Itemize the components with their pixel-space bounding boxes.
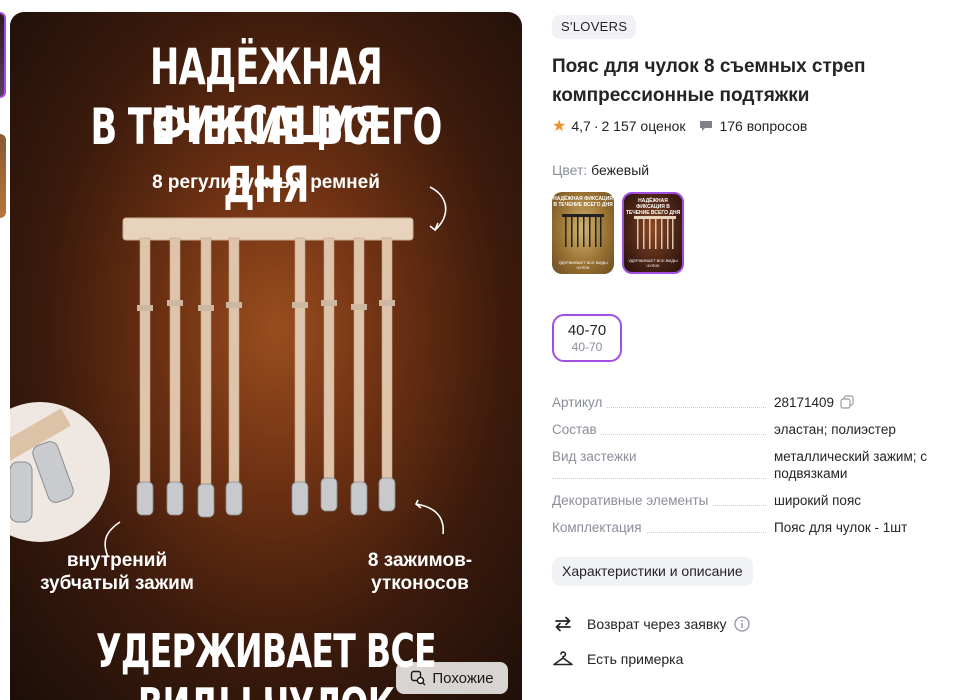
image-label-clips: 8 зажимов- утконосов — [340, 550, 500, 596]
thumbnail-selected[interactable] — [0, 12, 6, 98]
spec-key: Декоративные элементы — [552, 493, 713, 508]
rating-value[interactable]: 4,7 — [571, 118, 590, 134]
image-label-inner-line-2: зубчатый зажим — [40, 572, 194, 594]
feature-fitting: Есть примерка — [552, 648, 683, 670]
swatch-garter-icon — [562, 214, 604, 247]
hanger-icon — [553, 651, 573, 666]
return-arrows-icon — [555, 616, 571, 632]
product-main-image[interactable]: НАДЁЖНАЯ ФИКСАЦИЯ В ТЕЧЕНИЕ ВСЕГО ДНЯ 8 … — [10, 12, 522, 700]
reviews-count[interactable]: 2 157 оценок — [601, 118, 685, 134]
spec-key: Комплектация — [552, 520, 646, 535]
spec-row-composition: Состав эластан; полиэстер — [552, 421, 952, 438]
image-label-inner-clip: внутрений зубчатый зажим — [32, 550, 202, 596]
spec-value: эластан; полиэстер — [774, 422, 896, 437]
swatch-title: НАДЁЖНАЯ ФИКСАЦИЯ В ТЕЧЕНИЕ ВСЕГО ДНЯ — [553, 196, 613, 208]
rating-row: ★ 4,7 · 2 157 оценок 176 вопросов — [552, 116, 807, 136]
similar-button[interactable]: Похожие — [396, 662, 508, 694]
questions-count[interactable]: 176 вопросов — [719, 118, 807, 134]
spec-key: Артикул — [552, 395, 607, 410]
similar-search-icon — [411, 670, 426, 686]
spec-value: 28171409 — [774, 395, 835, 410]
swatch-footer: УДЕРЖИВАЕТ ВСЕ ВИДЫ ЧУЛОК — [558, 260, 608, 270]
color-swatch-beige-selected[interactable]: НАДЁЖНАЯ ФИКСАЦИЯ В ТЕЧЕНИЕ ВСЕГО ДНЯ УД… — [622, 192, 684, 274]
similar-button-label: Похожие — [432, 669, 494, 687]
product-title: Пояс для чулок 8 съемных стреп компресси… — [552, 56, 866, 106]
thumbnail-strip — [0, 0, 6, 700]
spec-key: Состав — [552, 422, 601, 437]
spec-row-fastener: Вид застежки металлический зажим; с подв… — [552, 448, 952, 482]
image-headline-line-2: В ТЕЧЕНИЕ ВСЕГО ДНЯ — [90, 98, 442, 214]
swatch-title: НАДЁЖНАЯ ФИКСАЦИЯ В ТЕЧЕНИЕ ВСЕГО ДНЯ — [625, 198, 681, 216]
spec-row-article: Артикул 28171409 — [552, 394, 952, 411]
star-icon: ★ — [552, 118, 567, 135]
size-sub-label: 40-70 — [571, 340, 603, 354]
brand-chip[interactable]: S'LOVERS — [552, 15, 637, 39]
color-line: Цвет: бежевый — [552, 162, 649, 178]
swatch-garter-icon — [634, 216, 676, 249]
size-main-label: 40-70 — [567, 322, 607, 339]
feature-return-label: Возврат через заявку — [587, 616, 727, 632]
info-icon[interactable] — [733, 616, 750, 632]
thumbnail-item[interactable] — [0, 134, 6, 218]
feature-return: Возврат через заявку — [552, 613, 750, 635]
size-option-40-70[interactable]: 40-70 40-70 — [552, 314, 622, 362]
spec-value: металлический зажим; с подвязками — [774, 449, 928, 481]
image-label-inner-line-1: внутрений — [66, 550, 168, 571]
color-swatch-gold[interactable]: НАДЁЖНАЯ ФИКСАЦИЯ В ТЕЧЕНИЕ ВСЕГО ДНЯ УД… — [552, 192, 614, 274]
spec-value: Пояс для чулок - 1шт — [774, 520, 908, 535]
rating-separator: · — [593, 118, 599, 134]
image-label-clips-line-1: 8 зажимов- — [367, 550, 473, 571]
spec-table: Артикул 28171409 Состав эластан; полиэст… — [552, 394, 952, 546]
spec-key: Вид застежки — [552, 449, 641, 464]
spec-row-decor: Декоративные элементы широкий пояс — [552, 492, 952, 509]
color-label: Цвет: — [552, 162, 588, 178]
spec-value: широкий пояс — [774, 493, 862, 508]
color-value: бежевый — [591, 162, 650, 178]
image-bottom-caption: УДЕРЖИВАЕТ ВСЕ ВИДЫ ЧУЛОК — [96, 624, 437, 700]
spec-row-package: Комплектация Пояс для чулок - 1шт — [552, 519, 952, 536]
copy-icon[interactable] — [840, 395, 854, 409]
questions-icon — [700, 121, 713, 131]
image-label-clips-line-2: утконосов — [371, 572, 469, 594]
swatch-footer: УДЕРЖИВАЕТ ВСЕ ВИДЫ ЧУЛОК — [628, 258, 678, 268]
image-label-straps: 8 регулируемых ремней — [152, 172, 380, 193]
feature-fitting-label: Есть примерка — [587, 651, 684, 667]
characteristics-button[interactable]: Характеристики и описание — [552, 557, 753, 586]
